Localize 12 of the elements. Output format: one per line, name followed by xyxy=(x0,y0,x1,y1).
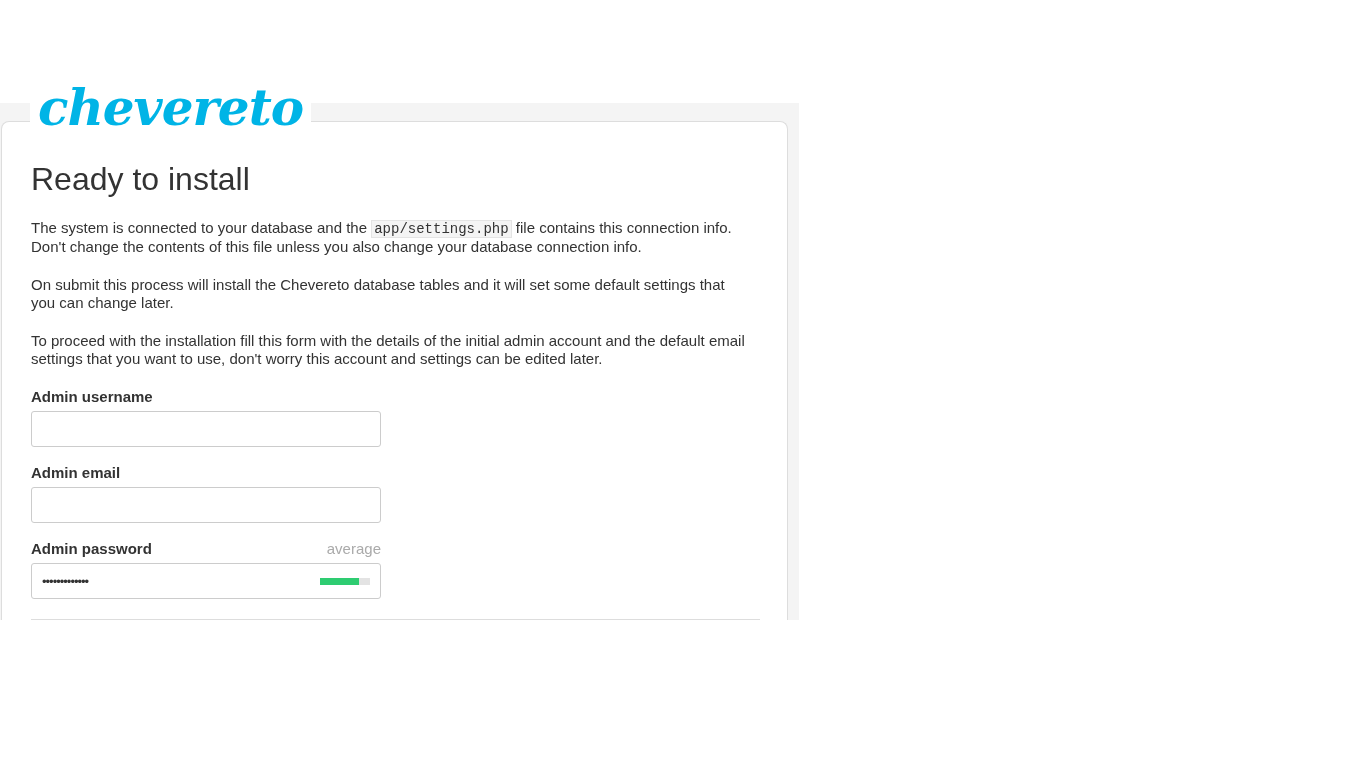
input-field[interactable] xyxy=(31,487,381,523)
password-strength: average xyxy=(326,540,381,557)
paragraph: On submit this process will install the Chevereto database tables and it will set some default settings that you can change later. xyxy=(31,276,726,312)
input-field[interactable] xyxy=(31,411,381,447)
paragraph: The system is connected to your database and the app/settings.php file contains this connection info. Don't change the contents of this file unless you also change your database connection info. xyxy=(31,219,733,256)
paragraph: To proceed with the installation fill this form with the details of the initial admin account and the default email settings that you want to use, don't worry this account and settings can be edited later. xyxy=(31,332,746,368)
field-label: Admin password xyxy=(31,540,152,557)
password-field[interactable]: ••••••••••••• xyxy=(31,563,381,599)
field-label: Admin username xyxy=(31,388,153,405)
field-label: Admin email xyxy=(31,464,121,481)
page-title: Ready to install xyxy=(31,161,251,198)
strength-meter xyxy=(320,577,370,585)
